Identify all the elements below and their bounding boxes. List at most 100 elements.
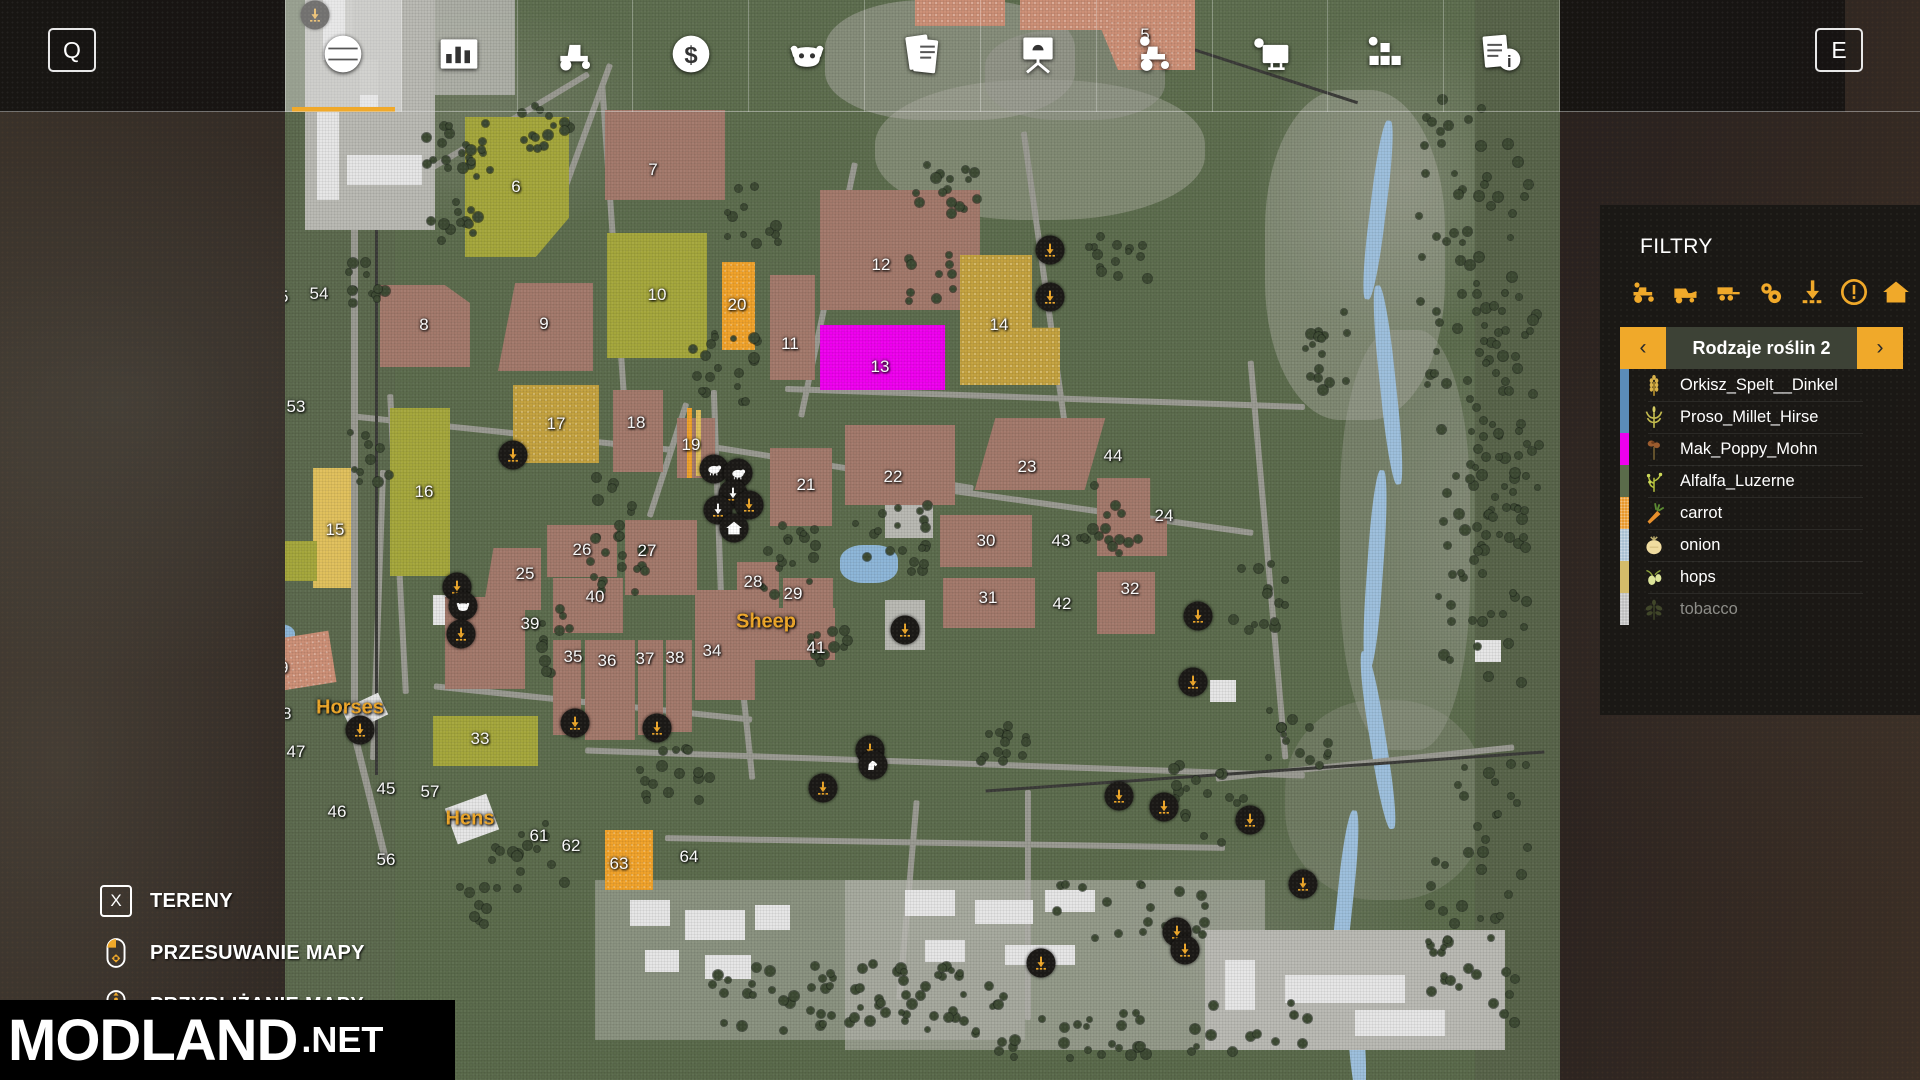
prev-tab-key-q[interactable]: Q xyxy=(48,28,96,72)
map-poi-unload-y[interactable] xyxy=(1288,869,1318,899)
map-poi-unload-y[interactable] xyxy=(1026,948,1056,978)
filter-label: tobacco xyxy=(1680,599,1738,618)
vehicle-icon xyxy=(553,32,597,81)
filter-row[interactable]: onion xyxy=(1620,529,1903,561)
globe-icon xyxy=(321,32,365,81)
svg-text:i: i xyxy=(1507,52,1512,70)
trailer-icon[interactable] xyxy=(1711,276,1745,308)
map-screen: 5761210205554148911135317181944235216222… xyxy=(0,0,1920,1080)
tab-tractor-gear[interactable] xyxy=(1097,0,1213,112)
help-label: TERENY xyxy=(150,889,233,912)
filter-color-swatch xyxy=(1620,529,1629,561)
map-poi-unload-y[interactable] xyxy=(1035,282,1065,312)
map-poi-cow[interactable] xyxy=(448,591,478,621)
filter-row[interactable]: Mak_Poppy_Mohn xyxy=(1620,433,1903,465)
tab-cow[interactable] xyxy=(749,0,866,112)
tab-globe[interactable] xyxy=(285,0,402,112)
filter-next-button[interactable]: › xyxy=(1857,327,1903,369)
filter-row[interactable]: tobacco xyxy=(1620,593,1903,625)
harvester-icon[interactable] xyxy=(1669,276,1703,308)
unload-icon[interactable] xyxy=(1795,276,1829,308)
map-poi-unload-y[interactable] xyxy=(1235,805,1265,835)
filter-prev-button[interactable]: ‹ xyxy=(1620,327,1666,369)
construction-blocks-icon xyxy=(1364,32,1408,81)
map-poi-unload-y[interactable] xyxy=(1104,781,1134,811)
filter-crop-list[interactable]: Orkisz_Spelt__Dinkel Proso_Millet_Hirse Ma… xyxy=(1620,369,1903,625)
filter-color-swatch xyxy=(1620,561,1629,593)
wheat-icon xyxy=(1637,370,1671,400)
map-poi-unload-y[interactable] xyxy=(1035,235,1065,265)
filters-title: FILTRY xyxy=(1640,235,1713,258)
filter-quick-icons[interactable] xyxy=(1627,276,1920,308)
filter-label: carrot xyxy=(1680,503,1723,522)
warning-icon[interactable] xyxy=(1837,276,1871,308)
filter-color-swatch xyxy=(1620,465,1629,497)
filter-color-swatch xyxy=(1620,401,1629,433)
map-poi-unload-y[interactable] xyxy=(808,773,838,803)
watermark: MODLAND .NET xyxy=(0,1000,455,1080)
filter-label: hops xyxy=(1680,567,1716,586)
tab-construction-blocks[interactable] xyxy=(1328,0,1445,112)
tab-vehicle[interactable] xyxy=(518,0,634,112)
map-poi-unload-y[interactable] xyxy=(1149,792,1179,822)
gears-icon[interactable] xyxy=(1753,276,1787,308)
alfalfa-icon xyxy=(1637,466,1671,496)
tab-document-info[interactable]: i xyxy=(1444,0,1560,112)
help-key: X xyxy=(100,885,132,917)
map-poi-unload-y[interactable] xyxy=(446,619,476,649)
tab-monitor-gear[interactable] xyxy=(1213,0,1329,112)
map-poi-unload-y[interactable] xyxy=(1183,601,1213,631)
filter-row[interactable]: carrot xyxy=(1620,497,1903,529)
documents-icon xyxy=(900,32,944,81)
carrot-icon xyxy=(1637,498,1671,528)
filter-row[interactable]: Orkisz_Spelt__Dinkel xyxy=(1620,369,1903,401)
tab-chart[interactable] xyxy=(402,0,518,112)
next-tab-key-e[interactable]: E xyxy=(1815,28,1863,72)
filter-label: Proso_Millet_Hirse xyxy=(1680,407,1819,426)
tab-dollar[interactable]: $ xyxy=(633,0,750,112)
filter-row[interactable]: Proso_Millet_Hirse xyxy=(1620,401,1903,433)
map-poi-pins[interactable] xyxy=(285,0,1560,1080)
house-icon[interactable] xyxy=(1879,276,1913,308)
filter-color-swatch xyxy=(1620,497,1629,529)
tractor-icon[interactable] xyxy=(1627,276,1661,308)
map-poi-unload-y[interactable] xyxy=(1170,935,1200,965)
easel-icon xyxy=(1016,32,1060,81)
filter-label: Mak_Poppy_Mohn xyxy=(1680,439,1818,458)
filter-row[interactable]: Alfalfa_Luzerne xyxy=(1620,465,1903,497)
map-poi-house[interactable] xyxy=(719,513,749,543)
filter-color-swatch xyxy=(1620,369,1629,401)
help-label: PRZESUWANIE MAPY xyxy=(150,941,365,964)
map-poi-unload-y[interactable] xyxy=(642,713,672,743)
filter-label: Alfalfa_Luzerne xyxy=(1680,471,1795,490)
watermark-tld: .NET xyxy=(301,1019,384,1060)
filter-category-value: Rodzaje roślin 2 xyxy=(1666,327,1857,369)
map-canvas[interactable]: 5761210205554148911135317181944235216222… xyxy=(285,0,1560,1080)
map-poi-unload-y[interactable] xyxy=(560,708,590,738)
filters-panel[interactable]: FILTRY ‹ Rodzaje roślin 2 › Orkisz_Spelt… xyxy=(1600,205,1920,715)
cow-icon xyxy=(785,32,829,81)
map-poi-unload-y[interactable] xyxy=(1178,667,1208,697)
toolbar-underline xyxy=(0,111,1920,112)
document-info-icon: i xyxy=(1480,32,1524,81)
tab-documents[interactable] xyxy=(865,0,981,112)
help-row: X TERENY xyxy=(100,875,365,927)
monitor-gear-icon xyxy=(1248,32,1292,81)
watermark-name: MODLAND xyxy=(8,1007,298,1073)
top-toolbar: Q E $ i xyxy=(0,0,1920,112)
map-poi-unload-y[interactable] xyxy=(498,440,528,470)
filter-color-swatch xyxy=(1620,433,1629,465)
filter-label: onion xyxy=(1680,535,1721,554)
onion-icon xyxy=(1637,530,1671,560)
mouse-drag-icon xyxy=(100,936,132,970)
filter-row[interactable]: hops xyxy=(1620,561,1903,593)
map-poi-unload-y[interactable] xyxy=(345,715,375,745)
map-poi-unload-y[interactable] xyxy=(890,615,920,645)
chart-icon xyxy=(437,32,481,81)
filter-label: Orkisz_Spelt__Dinkel xyxy=(1680,375,1838,394)
millet-icon xyxy=(1637,402,1671,432)
tab-easel[interactable] xyxy=(981,0,1097,112)
toolbar-tabs[interactable]: $ i xyxy=(285,0,1560,112)
filter-category-selector[interactable]: ‹ Rodzaje roślin 2 › xyxy=(1620,327,1903,369)
map-poi-horse[interactable] xyxy=(858,750,888,780)
